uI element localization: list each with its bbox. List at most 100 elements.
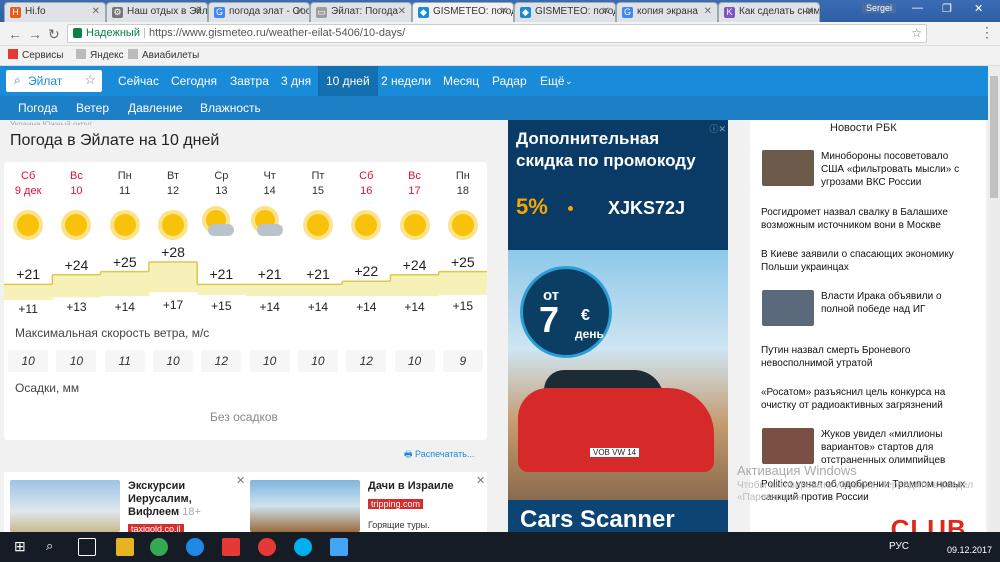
city-search[interactable]: ⌕ Эйлат ☆ [6,70,102,92]
browser-tab[interactable]: H Hi.fo ✕ [4,2,106,22]
news-item[interactable]: Росгидромет назвал свалку в Балашихе воз… [761,206,969,232]
sub-nav-item[interactable]: Ветер [76,96,109,120]
adchoices-icon[interactable]: ⓘ✕ [709,122,726,135]
url-input[interactable]: Надежный | https://www.gismeteo.ru/weath… [67,24,927,43]
day-column[interactable]: Чт 14 [246,170,294,197]
profile-name[interactable]: Sergei [862,3,897,13]
ad-source-dachi[interactable]: tripping.com [368,499,424,509]
news-item[interactable]: Минобороны посоветовало США «фильтровать… [821,150,969,189]
day-column[interactable]: Ср 13 [197,170,245,197]
ad-close-icon[interactable]: ✕ [236,474,245,487]
windows-start-icon[interactable]: ⊞ [14,538,32,556]
yandex-icon[interactable] [222,538,240,556]
tab-close-icon[interactable]: ✕ [194,3,202,21]
temp-min: +17 [162,298,184,312]
close-icon[interactable]: ✕ [974,2,983,15]
temp-max: +24 [402,256,427,273]
day-date: 16 [360,185,373,197]
yandex-browser-icon[interactable] [258,538,276,556]
bookmark-avia[interactable]: Авиабилеты [128,46,199,65]
tab-close-icon[interactable]: ✕ [296,3,304,21]
ad-title-jerusalem[interactable]: Экскурсии Иерусалим, Вифлеем 18+ [128,480,224,519]
temp-min: +14 [307,299,329,314]
wind-speed: 10 [56,350,97,372]
news-image[interactable] [762,150,814,186]
scrollbar-thumb[interactable] [990,76,998,198]
ad-image-dachi[interactable] [250,480,360,532]
app-icon[interactable] [186,538,204,556]
nav-item[interactable]: Сегодня [171,66,217,96]
bookmark-services[interactable]: Сервисы [8,46,63,65]
news-item[interactable]: Путин назвал смерть Броневого невосполни… [761,344,969,370]
browser-tab[interactable]: ◆ GISMETEO: погода ✕ [514,2,616,22]
day-column[interactable]: Пн 11 [101,170,149,197]
sun-icon [403,214,426,236]
forward-icon[interactable]: → [28,26,42,42]
wind-speed: 10 [8,350,49,372]
browser-tab[interactable]: ▭ Эйлат: Погода ✕ [310,2,412,22]
browser-tab[interactable]: ◆ GISMETEO: погода ✕ [412,2,514,22]
browser-tab[interactable]: KКак сделать снимок✕ [718,2,820,22]
task-view-icon[interactable] [78,538,96,556]
tab-close-icon[interactable]: ✕ [398,3,406,21]
news-item[interactable]: В Киеве заявили о спасающих экономику По… [761,248,969,274]
browser-tab[interactable]: Gкопия экрана ✕ [616,2,718,22]
news-image[interactable] [762,290,814,326]
skype-icon[interactable] [294,538,312,556]
nav-item[interactable]: Завтра [230,66,269,96]
day-column[interactable]: Вс 10 [52,170,100,197]
day-column[interactable]: Сб 16 [342,170,390,197]
chrome-icon[interactable] [150,538,168,556]
keyboard-language[interactable]: РУС [889,541,909,552]
ad-close-icon[interactable]: ✕ [476,474,485,487]
print-link[interactable]: 🖶 Распечатать... [404,447,474,463]
day-column[interactable]: Вт 12 [149,170,197,197]
nav-item[interactable]: 10 дней [318,66,378,96]
nav-item[interactable]: Ещё [540,66,565,96]
day-column[interactable]: Сб 9 дек [4,170,52,197]
day-column[interactable]: Вс 17 [391,170,439,197]
tab-close-icon[interactable]: ✕ [92,3,100,21]
bookmark-yandex[interactable]: Яндекс [76,46,124,65]
news-item[interactable]: Жуков увидел «миллионы вариантов» старто… [821,428,969,467]
nav-item[interactable]: Радар [492,66,527,96]
clock[interactable]: 09.12.2017 [947,535,992,555]
day-column[interactable]: Пт 15 [294,170,342,197]
nav-item[interactable]: Сейчас [118,66,159,96]
bookmark-star-icon[interactable]: ☆ [911,25,922,42]
promo-banner[interactable]: Дополнительная скидка по промокоду ⓘ✕ 5%… [508,120,728,532]
nav-item[interactable]: Месяц [443,66,479,96]
sub-nav-item[interactable]: Погода [18,96,58,120]
back-icon[interactable]: ← [8,26,22,42]
tab-close-icon[interactable]: ✕ [602,3,610,21]
ad-title-dachi[interactable]: Дачи в Израиле [368,480,478,493]
favorite-star-icon[interactable]: ☆ [84,72,96,88]
maximize-icon[interactable]: ❐ [942,2,952,15]
day-column[interactable]: Пн 18 [439,170,487,197]
day-name: Чт [263,170,276,182]
browser-tab[interactable]: Gпогода элат - Google✕ [208,2,310,22]
chevron-down-icon[interactable]: ⌄ [565,66,573,96]
tab-close-icon[interactable]: ✕ [806,3,814,21]
news-image[interactable] [762,428,814,464]
news-item[interactable]: Власти Ирака объявили о полной победе на… [821,290,969,316]
search-icon[interactable]: ⌕ [46,538,64,556]
file-explorer-icon[interactable] [116,538,134,556]
minimize-icon[interactable]: — [912,2,923,14]
news-item[interactable]: «Росатом» разъяснил цель конкурса на очи… [761,386,969,412]
sub-nav-item[interactable]: Влажность [200,96,261,120]
reload-icon[interactable]: ↻ [48,26,60,43]
tab-close-icon[interactable]: ✕ [704,3,712,21]
temp-max: +24 [64,256,89,273]
image-viewer-icon[interactable] [330,538,348,556]
banner-brand: Cars Scanner [520,506,675,532]
nav-item[interactable]: 3 дня [281,66,311,96]
ad-image-jerusalem[interactable] [10,480,120,532]
menu-icon[interactable]: ⋮ [980,24,994,41]
sub-nav-item[interactable]: Давление [128,96,183,120]
browser-tab[interactable]: ⚙Наш отдых в Эйлате✕ [106,2,208,22]
sub-nav: Погода Ветер Давление Влажность [0,96,988,120]
tab-close-icon[interactable]: ✕ [500,3,508,21]
nav-item[interactable]: 2 недели [381,66,431,96]
car-plate: VOB VW 14 [590,448,640,457]
